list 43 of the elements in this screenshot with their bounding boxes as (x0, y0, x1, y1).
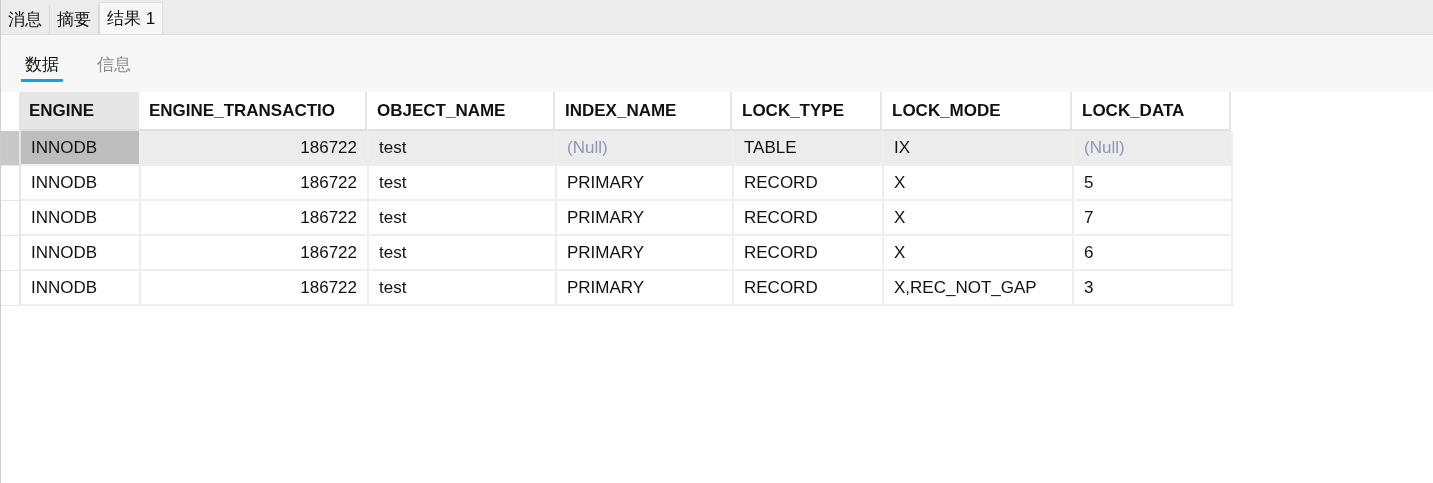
table-cell: 186722 (141, 166, 369, 201)
table-cell: PRIMARY (557, 271, 734, 306)
table-cell: INNODB (21, 236, 141, 271)
table-cell: TABLE (734, 131, 884, 166)
result-tab[interactable]: 结果 1 (99, 2, 164, 34)
table-cell: 186722 (141, 271, 369, 306)
table-cell: INNODB (21, 131, 141, 166)
table-cell: INNODB (21, 166, 141, 201)
table-cell: 186722 (141, 236, 369, 271)
table-cell: X,REC_NOT_GAP (884, 271, 1074, 306)
table-cell: PRIMARY (557, 166, 734, 201)
table-cell: test (369, 201, 557, 236)
table-cell: IX (884, 131, 1074, 166)
row-header[interactable] (1, 166, 21, 201)
table-cell: INNODB (21, 271, 141, 306)
table-cell: 7 (1074, 201, 1233, 236)
table-cell: 5 (1074, 166, 1233, 201)
table-cell: RECORD (734, 236, 884, 271)
table-cell: RECORD (734, 201, 884, 236)
table-cell: RECORD (734, 166, 884, 201)
row-header[interactable] (1, 131, 21, 166)
table-cell: 3 (1074, 271, 1233, 306)
table-cell: X (884, 201, 1074, 236)
table-cell: test (369, 131, 557, 166)
table-cell: X (884, 166, 1074, 201)
table-cell: INNODB (21, 201, 141, 236)
view-tab[interactable]: 数据 (21, 53, 63, 82)
table-cell: (Null) (557, 131, 734, 166)
column-header[interactable]: ENGINE (19, 92, 139, 131)
table-cell: 6 (1074, 236, 1233, 271)
table-cell: test (369, 271, 557, 306)
row-header[interactable] (1, 271, 21, 306)
row-header[interactable] (1, 236, 21, 271)
table-cell: test (369, 166, 557, 201)
table-cell: PRIMARY (557, 201, 734, 236)
table-cell: RECORD (734, 271, 884, 306)
row-header[interactable] (1, 201, 21, 236)
table-cell: (Null) (1074, 131, 1233, 166)
table-cell: PRIMARY (557, 236, 734, 271)
table-cell: test (369, 236, 557, 271)
table-cell: 186722 (141, 131, 369, 166)
table-cell: X (884, 236, 1074, 271)
table-cell: 186722 (141, 201, 369, 236)
